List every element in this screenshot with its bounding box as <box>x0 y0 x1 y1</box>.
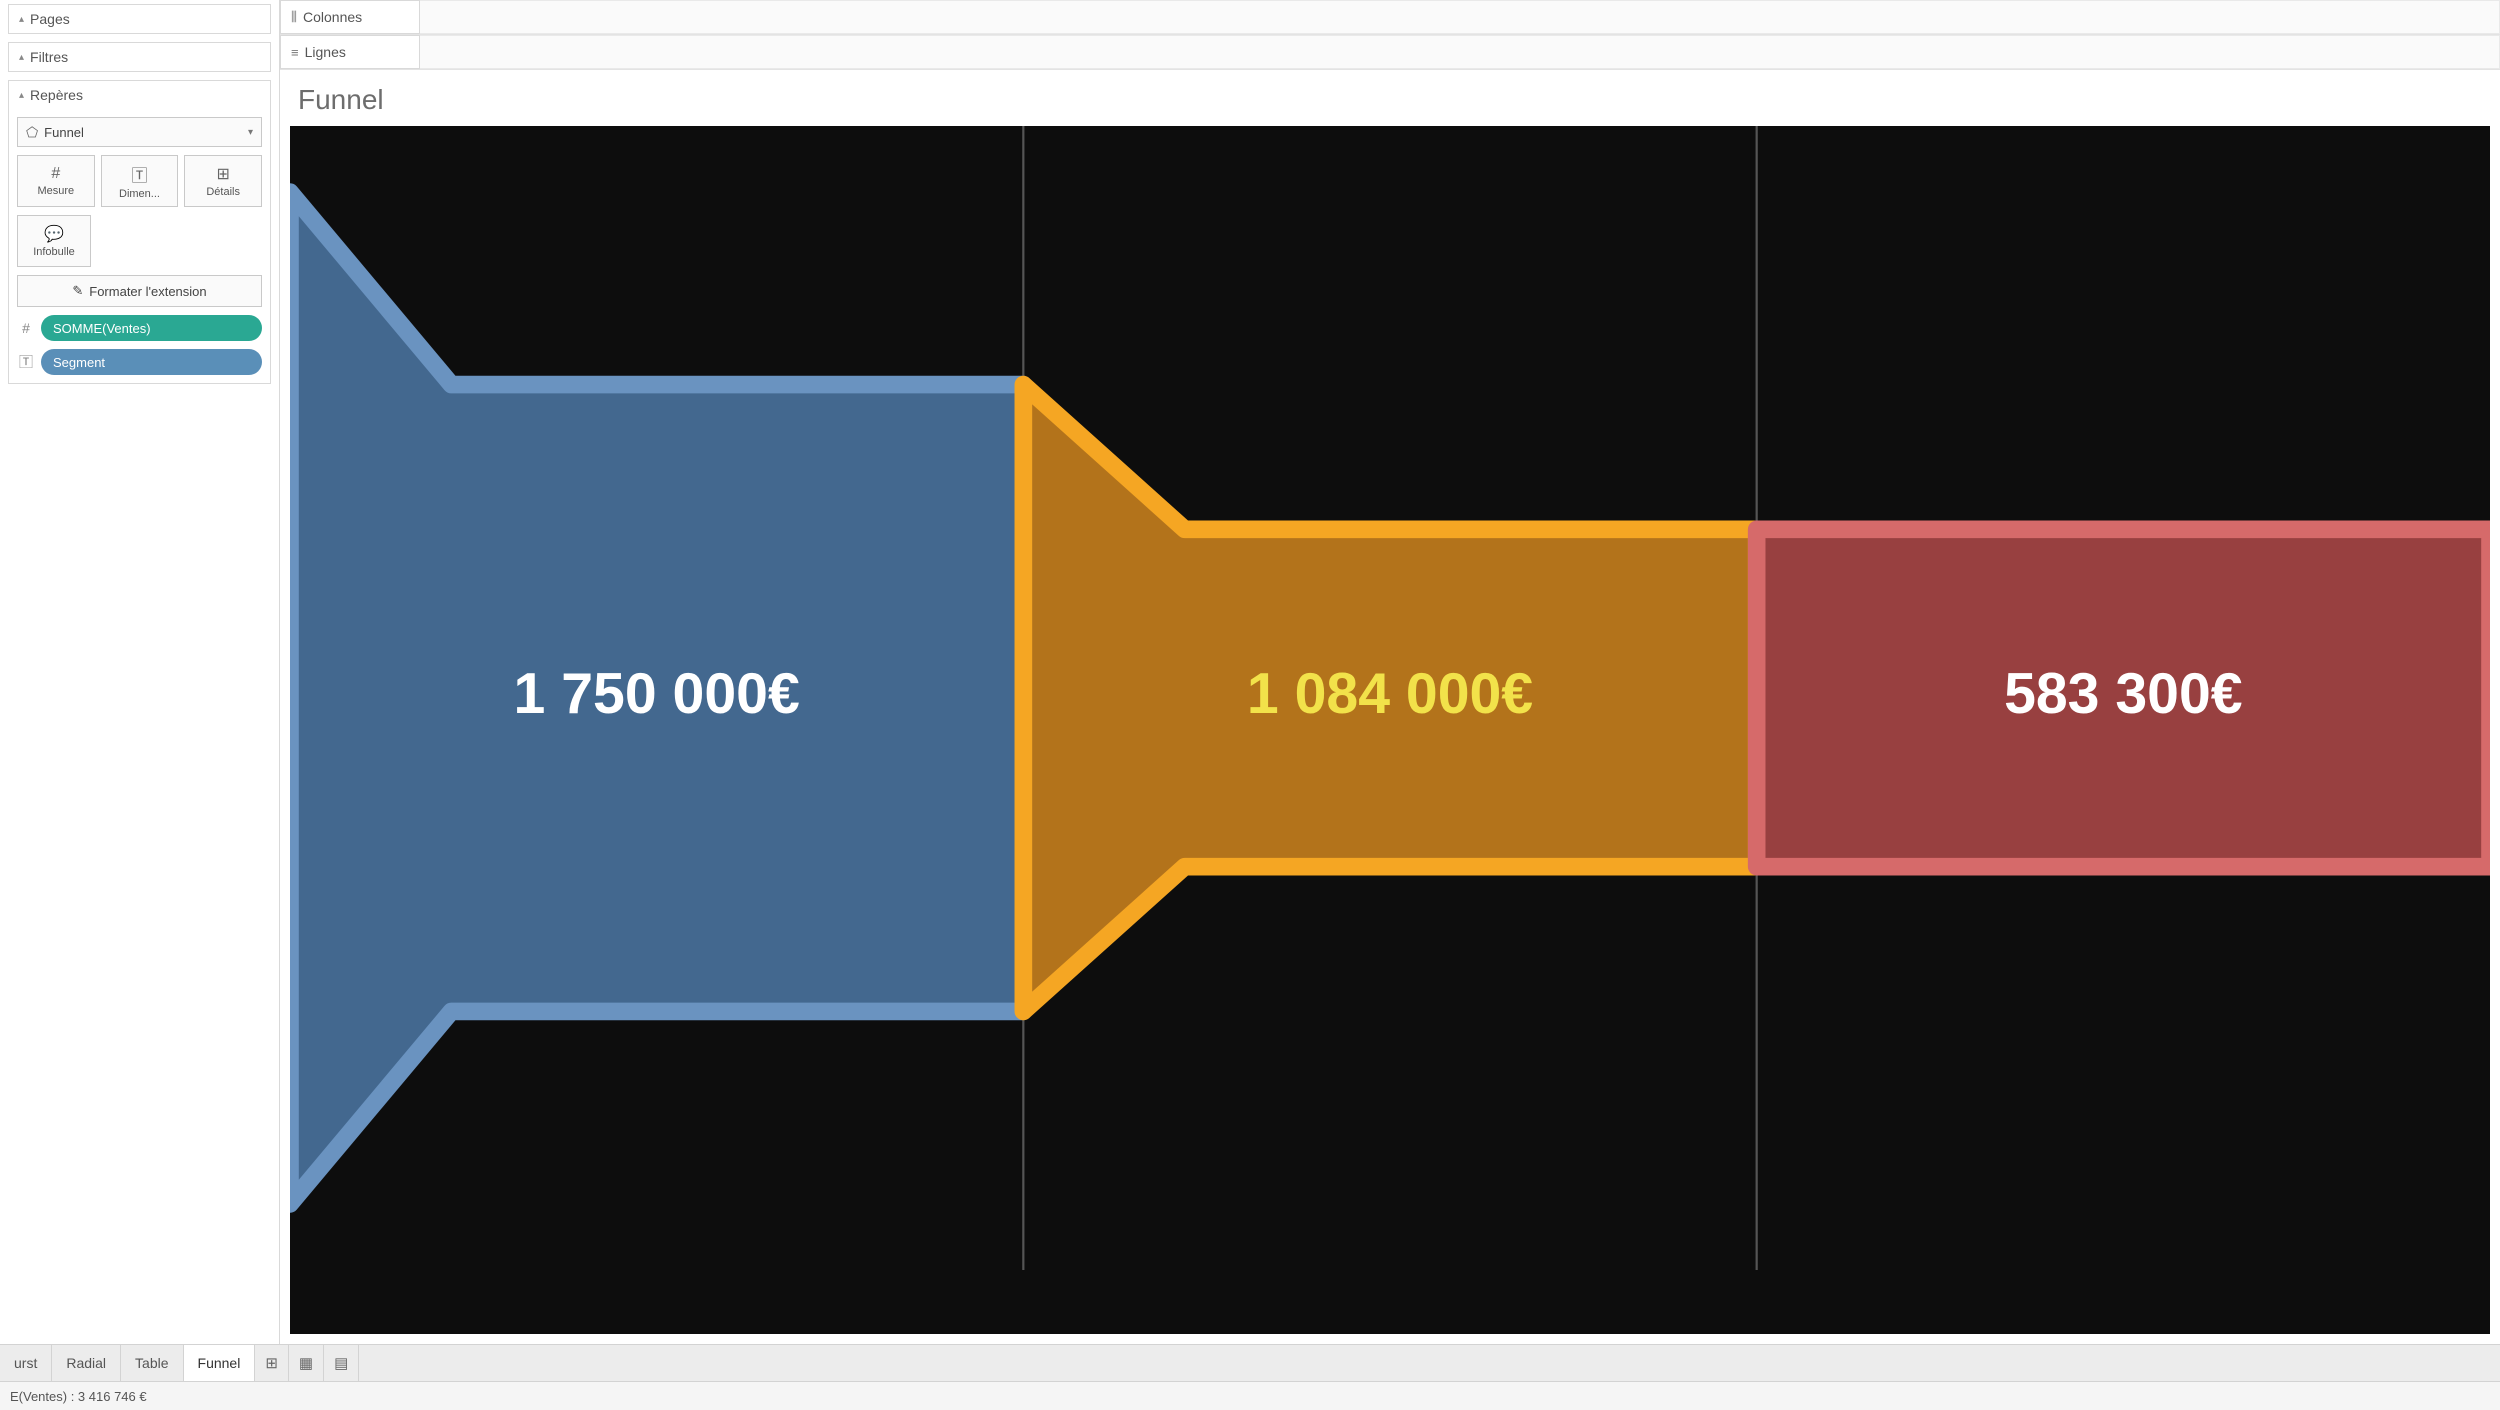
rows-label: Lignes <box>305 44 346 60</box>
mark-details-button[interactable]: ⊞ Détails <box>184 155 262 207</box>
mark-dimension-label: Dimen... <box>119 188 160 200</box>
sheet-tab[interactable]: urst <box>0 1345 52 1381</box>
mark-details-label: Détails <box>206 186 240 198</box>
status-bar: E(Ventes) : 3 416 746 € <box>0 1382 2500 1410</box>
rows-track[interactable] <box>420 35 2500 69</box>
columns-track[interactable] <box>420 0 2500 34</box>
columns-icon: ⫼ <box>291 9 297 25</box>
sheet-tabs-bar: urstRadialTableFunnel ⊞ ▦ ▤ <box>0 1344 2500 1382</box>
rows-shelf[interactable]: ≡ Lignes <box>280 35 2500 70</box>
pages-label: Pages <box>30 11 70 27</box>
text-icon: 🅃 <box>17 352 35 372</box>
format-extension-label: Formater l'extension <box>89 284 206 299</box>
filters-card-header[interactable]: ▴ Filtres <box>9 43 270 71</box>
rows-icon: ≡ <box>291 45 299 60</box>
marks-card: ▴ Repères ⬠ Funnel ▾ # Mesure 🅃 <box>8 80 271 384</box>
measure-pill[interactable]: SOMME(Ventes) <box>41 315 262 341</box>
funnel-svg: 1 750 000€ 1 084 000€ 583 300€ <box>290 126 2490 1270</box>
collapse-icon: ▴ <box>19 14 24 25</box>
new-dashboard-button[interactable]: ▦ <box>289 1345 324 1381</box>
viz-title[interactable]: Funnel <box>280 70 2500 126</box>
status-text: E(Ventes) : 3 416 746 € <box>10 1389 147 1404</box>
columns-shelf[interactable]: ⫼ Colonnes <box>280 0 2500 35</box>
hash-icon: # <box>51 165 60 183</box>
funnel-icon: ⬠ <box>26 124 38 140</box>
measure-pill-label: SOMME(Ventes) <box>53 321 151 336</box>
measure-pill-row: # SOMME(Ventes) <box>17 315 262 341</box>
dimension-pill-row: 🅃 Segment <box>17 349 262 375</box>
funnel-label: 1 750 000€ <box>514 662 800 726</box>
tooltip-icon: 💬 <box>44 224 64 244</box>
mark-type-dropdown[interactable]: ⬠ Funnel ▾ <box>17 117 262 147</box>
collapse-icon: ▴ <box>19 52 24 63</box>
filters-card: ▴ Filtres <box>8 42 271 72</box>
format-icon: ✎ <box>72 283 83 299</box>
mark-type-value: Funnel <box>44 125 84 140</box>
hash-icon: # <box>17 320 35 336</box>
sheet-tab[interactable]: Table <box>121 1345 183 1381</box>
mark-measure-label: Mesure <box>37 185 74 197</box>
sheet-tab[interactable]: Radial <box>52 1345 121 1381</box>
new-worksheet-button[interactable]: ⊞ <box>255 1345 289 1381</box>
dimension-pill[interactable]: Segment <box>41 349 262 375</box>
sheet-tab[interactable]: Funnel <box>184 1345 256 1381</box>
text-icon: 🅃 <box>131 162 147 186</box>
details-icon: ⊞ <box>216 164 229 184</box>
worksheet-area: ⫼ Colonnes ≡ Lignes Funnel 1 750 000€ 1 0… <box>280 0 2500 1344</box>
marks-label: Repères <box>30 87 83 103</box>
chevron-down-icon: ▾ <box>248 127 253 138</box>
columns-label: Colonnes <box>303 9 362 25</box>
filters-label: Filtres <box>30 49 68 65</box>
mark-tooltip-label: Infobulle <box>33 246 75 258</box>
funnel-label: 1 084 000€ <box>1247 662 1533 726</box>
side-panel: ▴ Pages ▴ Filtres ▴ Repères ⬠ Funnel <box>0 0 280 1344</box>
new-story-button[interactable]: ▤ <box>324 1345 359 1381</box>
mark-measure-button[interactable]: # Mesure <box>17 155 95 207</box>
marks-card-header[interactable]: ▴ Repères <box>9 81 270 109</box>
mark-dimension-button[interactable]: 🅃 Dimen... <box>101 155 179 207</box>
collapse-icon: ▴ <box>19 90 24 101</box>
pages-card-header[interactable]: ▴ Pages <box>9 5 270 33</box>
mark-tooltip-button[interactable]: 💬 Infobulle <box>17 215 91 267</box>
funnel-label: 583 300€ <box>2004 662 2243 726</box>
funnel-viz[interactable]: 1 750 000€ 1 084 000€ 583 300€ <box>290 126 2490 1334</box>
pages-card: ▴ Pages <box>8 4 271 34</box>
format-extension-button[interactable]: ✎ Formater l'extension <box>17 275 262 307</box>
shelves: ⫼ Colonnes ≡ Lignes <box>280 0 2500 70</box>
dimension-pill-label: Segment <box>53 355 105 370</box>
